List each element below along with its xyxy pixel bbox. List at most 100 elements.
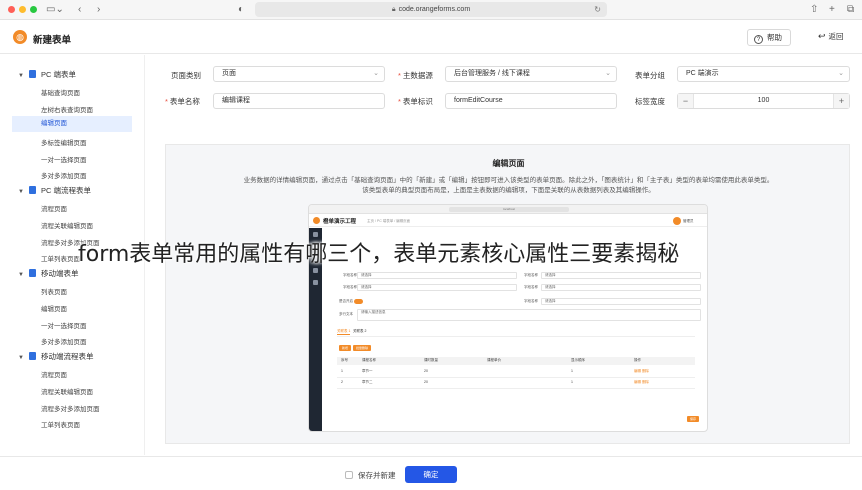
- mini-th: 显示顺序: [571, 358, 585, 362]
- page-type-label: 页面类别: [171, 71, 201, 80]
- page-title: 新建表单: [33, 35, 72, 46]
- sidebar-group-pc-flow[interactable]: ▼ PC 端流程表单: [18, 185, 91, 196]
- sidebar-toggle-icon[interactable]: ▭⌄: [46, 3, 64, 17]
- chevron-down-icon: ⌄: [838, 70, 844, 77]
- mini-remark-field: 请输入描述信息: [357, 309, 701, 321]
- mini-tab: 关联表 2: [353, 329, 367, 333]
- back-button[interactable]: ↩ 返回: [818, 31, 844, 42]
- sidebar-item[interactable]: 左树右表查询页面: [41, 104, 93, 114]
- tab-overview-icon[interactable]: ⧉: [847, 3, 854, 17]
- increment-button[interactable]: +: [833, 94, 849, 108]
- caret-down-icon: ▼: [18, 272, 24, 278]
- forward-nav-icon[interactable]: ›: [97, 3, 100, 17]
- document-icon: [28, 70, 36, 78]
- group-label: 表单分组: [635, 71, 665, 80]
- mini-breadcrumb: 主页 / PC 端表单 / 编辑页面: [367, 219, 411, 223]
- overlay-caption: form表单常用的属性有哪三个，表单元素核心属性三要素揭秘: [78, 242, 680, 267]
- decrement-button[interactable]: −: [678, 94, 694, 108]
- sidebar-item[interactable]: 流程关联编辑页面: [41, 386, 93, 396]
- caret-down-icon: ▼: [18, 355, 24, 361]
- sidebar-item[interactable]: 多标签编辑页面: [41, 137, 87, 147]
- mini-browser-bar: localhost: [309, 205, 707, 214]
- mini-cell: 20: [424, 369, 428, 373]
- label-width-stepper[interactable]: − 100 +: [677, 93, 850, 109]
- footer-bar: 保存并新建 确定: [0, 456, 862, 490]
- mini-cell: 2: [341, 380, 343, 384]
- mini-nav-icon: [313, 280, 318, 285]
- mini-table-header: [337, 357, 695, 365]
- app-logo-icon: ◍: [13, 30, 27, 44]
- sidebar-item[interactable]: 工单列表页面: [41, 419, 80, 429]
- mini-cell: 章节一: [362, 369, 373, 373]
- label-width-value[interactable]: 100: [694, 94, 833, 108]
- mini-row-divider: [337, 388, 695, 389]
- mini-th: 课程名称: [362, 358, 376, 362]
- save-and-new-label[interactable]: 保存并新建: [358, 470, 396, 481]
- sidebar-item[interactable]: 基础查询页面: [41, 87, 80, 97]
- chevron-down-icon: ⌄: [605, 70, 611, 77]
- mini-tab-active: 关联表 1: [337, 329, 351, 335]
- page-type-value: 页面: [222, 70, 236, 77]
- confirm-button[interactable]: 确定: [405, 466, 457, 483]
- sidebar-item[interactable]: 流程页面: [41, 203, 67, 213]
- mini-th: 课时数量: [424, 358, 438, 362]
- mini-field: 请选择: [541, 272, 701, 279]
- app-header: ◍ 新建表单 ? 帮助 ↩ 返回: [0, 21, 862, 54]
- mini-field-label: 字段名称: [524, 299, 538, 303]
- mini-field-label: 字段名称: [343, 285, 357, 289]
- document-icon: [28, 186, 36, 194]
- preview-desc-line1: 业务数据的详情编辑页面，通过点击「基础查询页面」中的「新建」或「编辑」按钮即可进…: [243, 177, 774, 184]
- group-select[interactable]: PC 端演示 ⌄: [677, 66, 850, 82]
- sidebar-item[interactable]: 一对一选择页面: [41, 320, 87, 330]
- save-and-new-checkbox[interactable]: [345, 471, 353, 479]
- group-value: PC 端演示: [686, 70, 719, 77]
- sidebar-item[interactable]: 编辑页面: [41, 303, 67, 313]
- browser-toolbar: ▭⌄ ‹ › ◐ 🔒︎ code.orangeforms.com ↻ ⇧ + ⧉: [0, 0, 862, 20]
- minimize-window-button[interactable]: [19, 6, 26, 13]
- share-icon[interactable]: ⇧: [810, 3, 818, 17]
- sidebar-group-mobile-flow[interactable]: ▼ 移动端流程表单: [18, 351, 93, 362]
- mini-row-divider: [337, 377, 695, 378]
- document-icon: [28, 269, 36, 277]
- form-name-input[interactable]: 编辑课程: [213, 93, 385, 109]
- close-window-button[interactable]: [8, 6, 15, 13]
- mini-add-button: 新增: [339, 345, 352, 351]
- mini-remark-label: 多行文本: [339, 312, 353, 316]
- sidebar-item[interactable]: 流程关联编辑页面: [41, 220, 93, 230]
- mini-field: 请选择: [357, 272, 517, 279]
- sidebar-item[interactable]: 列表页面: [41, 286, 67, 296]
- mini-field-label: 字段名称: [524, 273, 538, 277]
- shield-icon[interactable]: ◐: [238, 3, 244, 17]
- sidebar-item[interactable]: 多对多添加页面: [41, 170, 87, 180]
- mini-save-button: 保存: [687, 416, 700, 422]
- mini-title: 橙单演示工程: [323, 219, 357, 225]
- mini-toggle: [354, 299, 363, 304]
- sidebar-item[interactable]: 一对一选择页面: [41, 154, 87, 164]
- mini-cell: 1: [341, 369, 343, 373]
- sidebar-item[interactable]: 多对多添加页面: [41, 336, 87, 346]
- datasource-label: * 主数据源: [398, 71, 433, 80]
- lock-icon: 🔒︎: [391, 6, 396, 13]
- form-id-input[interactable]: formEditCourse: [445, 93, 617, 109]
- sidebar-item[interactable]: 工单列表页面: [41, 253, 80, 263]
- mini-field: 请选择: [541, 284, 701, 291]
- address-bar[interactable]: 🔒︎ code.orangeforms.com ↻: [255, 2, 607, 17]
- mini-nav-icon: [313, 268, 318, 273]
- mini-field-label: 字段名称: [343, 273, 357, 277]
- reload-icon[interactable]: ↻: [594, 2, 601, 17]
- page-type-select[interactable]: 页面 ⌄: [213, 66, 385, 82]
- new-tab-icon[interactable]: +: [829, 3, 835, 17]
- help-button[interactable]: ? 帮助: [747, 29, 791, 46]
- sidebar-group-pc-form[interactable]: ▼ PC 端表单: [18, 69, 76, 80]
- back-nav-icon[interactable]: ‹: [78, 3, 81, 17]
- datasource-select[interactable]: 后台管理服务 / 线下课程 ⌄: [445, 66, 617, 82]
- mini-avatar: [673, 217, 681, 225]
- zoom-window-button[interactable]: [30, 6, 37, 13]
- sidebar-item-active[interactable]: 编辑页面: [12, 116, 132, 132]
- group-label: PC 端表单: [40, 70, 76, 79]
- sidebar-item[interactable]: 流程多对多添加页面: [41, 403, 100, 413]
- mini-cell: 章节二: [362, 380, 373, 384]
- sidebar-item[interactable]: 流程页面: [41, 369, 67, 379]
- sidebar-group-mobile-form[interactable]: ▼ 移动端表单: [18, 268, 78, 279]
- mini-batch-button: 批量删除: [353, 345, 372, 351]
